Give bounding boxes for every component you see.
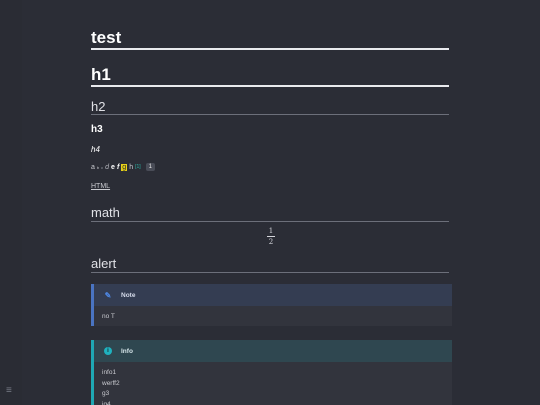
kbd-badge: 1 — [145, 163, 156, 171]
note-text: no T — [102, 312, 115, 320]
inline-highlight: g — [121, 163, 128, 171]
info-title: Info — [121, 347, 133, 355]
heading-h4: h4 — [91, 145, 100, 154]
info-line: werff2 — [102, 379, 120, 387]
inline-italic: d — [105, 163, 110, 171]
hamburger-icon[interactable]: ≡ — [6, 386, 12, 396]
info-line: info1 — [102, 369, 117, 376]
footnote-ref[interactable]: [1] — [135, 164, 141, 170]
info-body: info1 werff2 g3 ig4 — [94, 362, 452, 405]
h2-underline — [91, 114, 449, 115]
heading-alert: alert — [91, 256, 117, 271]
heading-h3: h3 — [91, 124, 103, 135]
info-header[interactable]: i Info — [94, 340, 452, 362]
note-title: Note — [121, 291, 136, 299]
info-line: g3 — [102, 390, 110, 397]
inline-superscript: c — [101, 164, 104, 170]
h1-underline — [91, 85, 449, 87]
alert-underline — [91, 272, 449, 273]
pencil-icon: ✎ — [104, 290, 112, 300]
title-underline — [91, 48, 449, 50]
left-gutter: ≡ — [0, 0, 22, 405]
heading-math: math — [91, 205, 120, 220]
note-callout: ✎ Note no T — [91, 284, 452, 326]
note-header[interactable]: ✎ Note — [94, 284, 452, 306]
inline-bold: e — [111, 163, 115, 171]
inline-a: a — [91, 163, 95, 171]
inline-formatting-line: ab c d e f g h [1] 1 — [91, 163, 156, 171]
abbr-link[interactable]: HTML — [91, 183, 110, 190]
info-callout: i Info info1 werff2 g3 ig4 — [91, 340, 452, 405]
inline-plain: h — [129, 163, 134, 171]
math-underline — [91, 221, 449, 222]
fraction-bar — [267, 236, 275, 237]
note-body: no T — [94, 306, 452, 326]
heading-h2: h2 — [91, 99, 106, 114]
page-title: test — [91, 28, 122, 47]
heading-h1: h1 — [91, 65, 111, 84]
fraction-denominator: 2 — [268, 238, 274, 246]
info-line: ig4 — [102, 400, 111, 405]
inline-subscript: b — [96, 164, 100, 170]
inline-bold-italic: f — [116, 163, 120, 171]
info-circle-icon: i — [104, 347, 112, 355]
math-fraction: 1 2 — [267, 227, 275, 246]
fraction-numerator: 1 — [268, 227, 274, 235]
